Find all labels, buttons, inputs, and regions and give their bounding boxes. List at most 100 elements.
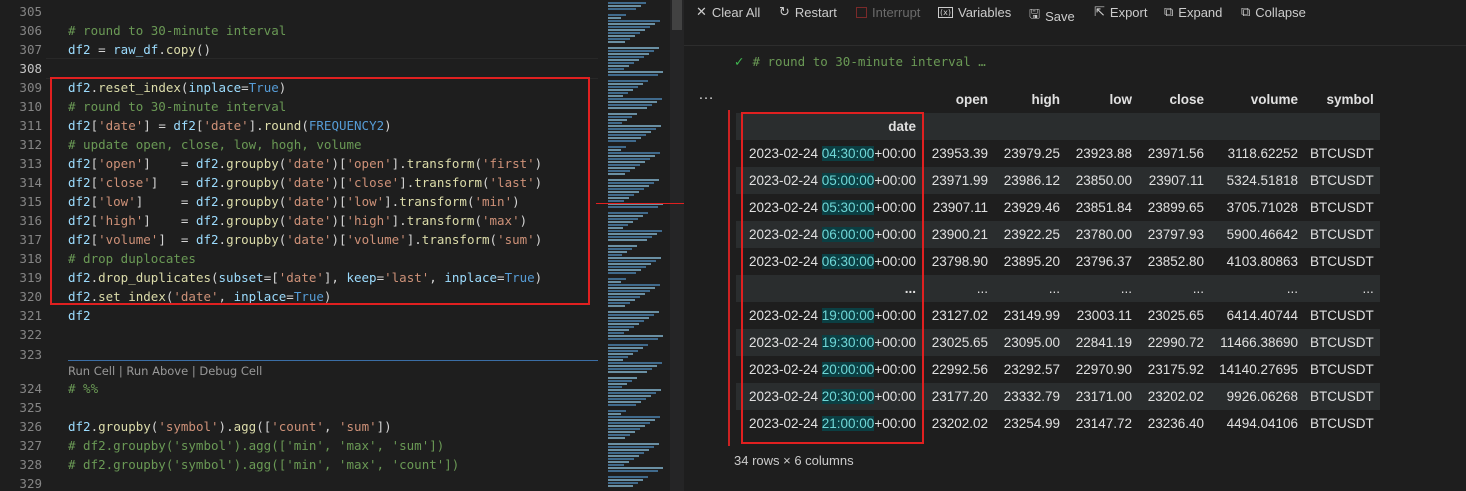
scrollbar-thumb[interactable] <box>672 0 682 30</box>
index-cell: 2023-02-24 06:30:00+00:00 <box>736 248 922 275</box>
output-cell-header[interactable]: ✓ # round to 30-minute interval … <box>734 54 986 69</box>
minimap-line <box>608 410 626 412</box>
minimap-line <box>608 245 637 247</box>
column-header: open <box>922 86 994 113</box>
minimap-line <box>608 200 624 202</box>
cell-high: 23095.00 <box>994 329 1066 356</box>
code-line[interactable]: # %% <box>68 379 98 398</box>
variables-button[interactable]: (x) Variables <box>938 5 1011 20</box>
cell-volume: 14140.27695 <box>1219 362 1298 377</box>
minimap-line <box>608 212 648 214</box>
save-button[interactable]: 🖫 Save <box>1029 5 1075 27</box>
cell-high: 23254.99 <box>1003 416 1060 431</box>
minimap-line <box>608 26 650 28</box>
interrupt-button[interactable]: Interrupt <box>856 5 920 20</box>
cell-close: 23236.40 <box>1147 416 1204 431</box>
minimap-line <box>608 446 654 448</box>
minimap-line <box>608 305 625 307</box>
minimap-line <box>608 416 660 418</box>
cell-open: 22992.56 <box>931 362 988 377</box>
code-line[interactable]: # df2.groupby('symbol').agg(['min', 'max… <box>68 455 459 474</box>
cell-open: 23127.02 <box>931 308 988 323</box>
line-number: 326 <box>19 419 42 434</box>
restart-button[interactable]: ↻ Restart <box>779 5 837 20</box>
export-button[interactable]: ⇱ Export <box>1094 5 1147 20</box>
code-line[interactable]: # df2.groupby('symbol').agg(['min', 'max… <box>68 436 444 455</box>
line-number: 320 <box>19 289 42 304</box>
output-toolbar: ✕ Clear All ↻ Restart Interrupt (x) Variabl… <box>684 0 1466 28</box>
minimap-line <box>608 461 629 463</box>
index-cell: 2023-02-24 19:00:00+00:00 <box>736 302 922 329</box>
minimap-line <box>608 260 656 262</box>
cell-symbol: BTCUSDT <box>1310 200 1374 215</box>
minimap-line <box>608 83 643 85</box>
column-header: volume <box>1210 86 1304 113</box>
line-number: 321 <box>19 308 42 323</box>
toolbar-divider <box>684 45 1466 46</box>
clear-all-button[interactable]: ✕ Clear All <box>696 5 760 20</box>
editor-scrollbar[interactable] <box>670 0 684 491</box>
table-row: 2023-02-24 05:00:00+00:00 23971.99 23986.1… <box>736 167 1380 194</box>
minimap-line <box>608 221 633 223</box>
collapse-button[interactable]: ⧉ Collapse <box>1241 5 1306 20</box>
minimap-line <box>608 41 625 43</box>
minimap[interactable] <box>598 0 670 491</box>
minimap-line <box>608 2 646 4</box>
cell-close: 23907.11 <box>1138 167 1210 194</box>
cell-open: 23202.02 <box>931 416 988 431</box>
table-row: 2023-02-24 06:00:00+00:00 23900.21 23922.2… <box>736 221 1380 248</box>
code-line[interactable]: df2.groupby('symbol').agg(['count', 'sum… <box>68 417 392 436</box>
minimap-line <box>608 470 658 472</box>
column-header: close <box>1138 86 1210 113</box>
cell-volume: ... <box>1210 275 1304 302</box>
minimap-line <box>608 278 626 280</box>
minimap-line <box>608 320 644 322</box>
expand-icon: ⧉ <box>1164 5 1174 20</box>
minimap-line <box>608 125 661 127</box>
minimap-line <box>608 290 650 292</box>
row-count-label: 34 rows × 6 columns <box>734 453 854 468</box>
cell-low: 22841.19 <box>1066 329 1138 356</box>
minimap-line <box>608 65 629 67</box>
code-editor[interactable]: 305 306 # round to 30-minute interval 307 df… <box>0 0 598 491</box>
line-number: 311 <box>19 118 42 133</box>
cell-symbol: BTCUSDT <box>1310 362 1374 377</box>
minimap-line <box>608 368 652 370</box>
more-actions-icon[interactable]: … <box>698 86 715 104</box>
timezone-part: +00:00 <box>874 254 916 269</box>
minimap-line <box>608 428 640 430</box>
minimap-line <box>608 431 635 433</box>
code-line[interactable]: df2 = raw_df.copy() <box>68 40 211 59</box>
minimap-line <box>608 104 652 106</box>
line-number: 318 <box>19 251 42 266</box>
minimap-line <box>608 317 649 319</box>
minimap-line <box>608 71 663 73</box>
timezone-part: +00:00 <box>874 200 916 215</box>
cell-volume: 3118.62252 <box>1227 146 1298 161</box>
minimap-line <box>608 215 643 217</box>
line-number: 316 <box>19 213 42 228</box>
minimap-line <box>608 20 660 22</box>
cell-low: 23923.88 <box>1075 146 1132 161</box>
minimap-line <box>608 326 634 328</box>
minimap-line <box>608 263 651 265</box>
line-number: 325 <box>19 400 42 415</box>
line-number: 319 <box>19 270 42 285</box>
expand-button[interactable]: ⧉ Expand <box>1164 5 1222 20</box>
code-line[interactable]: df2 <box>68 306 91 325</box>
date-part: 2023-02-24 <box>748 146 818 161</box>
line-number: 329 <box>19 476 42 491</box>
minimap-line <box>608 383 627 385</box>
save-icon: 🖫 <box>1029 7 1041 22</box>
minimap-line <box>608 359 623 361</box>
code-line[interactable]: # round to 30-minute interval <box>68 21 286 40</box>
cell-symbol: BTCUSDT <box>1304 221 1380 248</box>
minimap-line <box>608 257 661 259</box>
codelens-actions[interactable]: Run Cell | Run Above | Debug Cell <box>68 364 262 378</box>
export-icon: ⇱ <box>1094 5 1105 20</box>
line-number: 305 <box>19 4 42 19</box>
cell-high: 23986.12 <box>994 167 1066 194</box>
ellipsis-row: ..................... <box>736 275 1380 302</box>
date-part: 2023-02-24 <box>748 173 818 188</box>
minimap-line <box>608 128 656 130</box>
